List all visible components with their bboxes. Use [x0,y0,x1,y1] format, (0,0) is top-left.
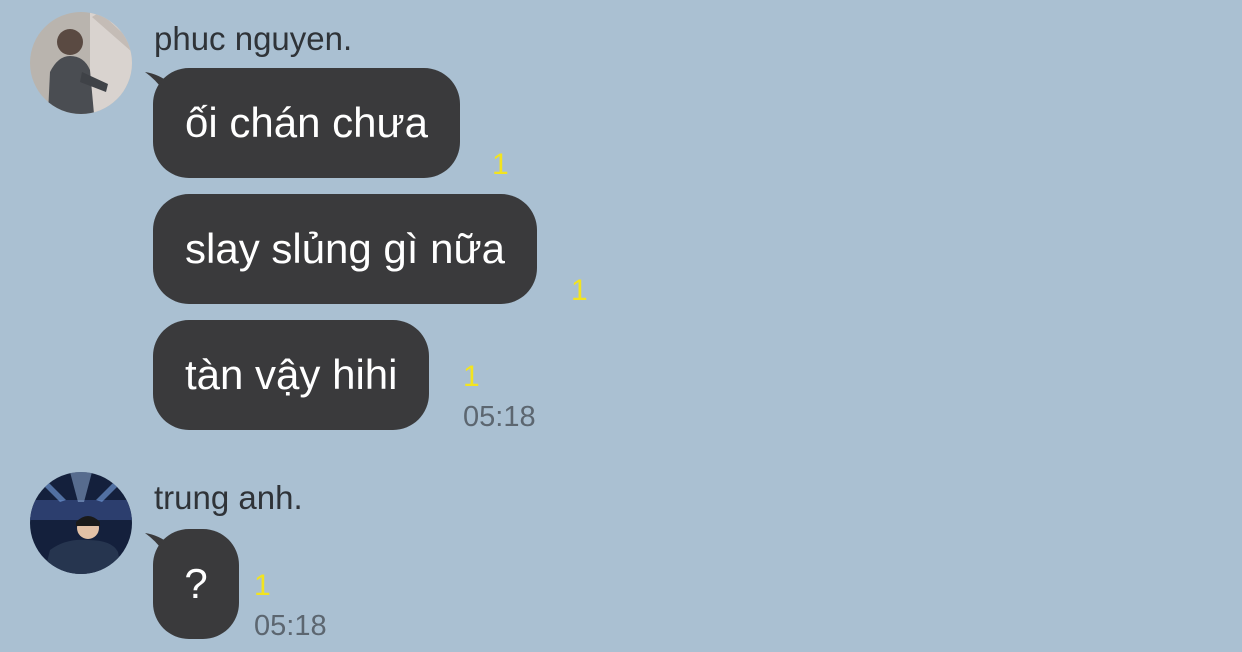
unread-count: 1 [571,274,588,307]
unread-count: 1 [492,148,509,181]
message-text: ? [184,560,208,607]
sender-name: trung anh. [154,479,303,516]
message-text: slay slủng gì nữa [185,225,505,272]
message-bubble[interactable]: slay slủng gì nữa [153,194,537,304]
avatar[interactable] [30,472,132,574]
message-bubble[interactable]: ? [153,529,239,639]
message-timestamp: 05:18 [463,401,536,433]
unread-count: 1 [254,569,271,602]
message-bubble[interactable]: tàn vậy hihi [153,320,430,430]
unread-count: 1 [463,360,480,393]
message-text: ối chán chưa [185,99,428,146]
message-timestamp: 05:18 [254,610,327,642]
sender-name: phuc nguyen. [154,20,353,57]
message-bubble[interactable]: ối chán chưa [153,68,460,178]
avatar[interactable] [30,12,132,114]
message-text: tàn vậy hihi [185,351,398,398]
